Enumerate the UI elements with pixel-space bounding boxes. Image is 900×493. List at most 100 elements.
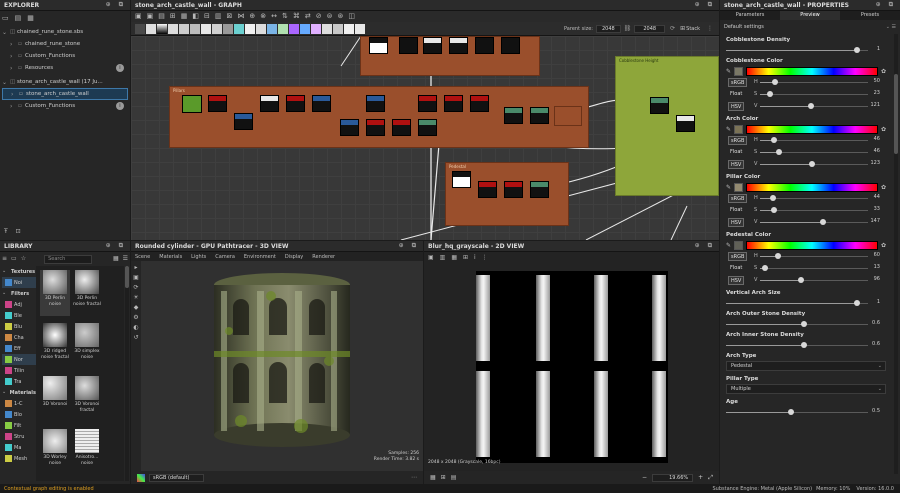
library-category[interactable]: Ble: [2, 310, 36, 321]
slider-value[interactable]: 96: [874, 276, 880, 282]
slider-value[interactable]: 33: [874, 206, 880, 212]
slider-value[interactable]: 44: [874, 194, 880, 200]
list-view-icon[interactable]: ☰: [123, 256, 128, 262]
node-icon[interactable]: ⌘: [293, 13, 300, 20]
library-category[interactable]: Adj: [2, 299, 36, 310]
slider-track[interactable]: [726, 321, 868, 327]
node-icon[interactable]: ⊗: [260, 13, 266, 20]
color-mode-float-button[interactable]: Float: [728, 206, 744, 215]
component-slider[interactable]: 123: [754, 159, 892, 169]
node-icon[interactable]: ⊕: [249, 13, 255, 20]
mesh-icon[interactable]: ◆: [134, 305, 139, 311]
graph-node[interactable]: [452, 171, 471, 188]
node-icon[interactable]: ⊞: [170, 13, 176, 20]
slider-knob[interactable]: [801, 342, 808, 348]
property-slider[interactable]: 0.6: [720, 340, 892, 350]
slider-knob[interactable]: [771, 207, 778, 213]
select-icon[interactable]: [135, 23, 145, 34]
menu-environment[interactable]: Environment: [244, 254, 276, 260]
text-node-icon[interactable]: [190, 23, 200, 34]
zoom-in-icon[interactable]: +: [698, 474, 703, 481]
component-slider[interactable]: 33: [754, 205, 892, 215]
menu-materials[interactable]: Materials: [159, 254, 182, 260]
info-icon[interactable]: ⅰ: [474, 254, 476, 261]
graph-node[interactable]: [366, 95, 385, 112]
graph-node[interactable]: [504, 107, 523, 124]
tree-item-folder[interactable]: › ▫ Custom_Functions i: [2, 100, 128, 112]
component-slider[interactable]: 13: [754, 263, 892, 273]
slider-track[interactable]: [760, 137, 868, 143]
graph-frame-green[interactable]: Cobblestone Height: [615, 56, 719, 196]
library-tile[interactable]: 3D ridged noise fractal: [40, 323, 70, 369]
copy-icon[interactable]: ▥: [440, 254, 446, 261]
eyedropper-icon[interactable]: ✎: [726, 242, 731, 249]
stack-icon[interactable]: ⊞: [680, 25, 685, 32]
slider-knob[interactable]: [775, 253, 782, 259]
normal-icon[interactable]: [234, 23, 244, 34]
graph-node[interactable]: [208, 95, 227, 112]
slider-track[interactable]: [760, 207, 868, 213]
color-mode-hsv-button[interactable]: HSV: [728, 276, 745, 285]
slider-track[interactable]: [760, 149, 868, 155]
slider-knob[interactable]: [798, 277, 805, 283]
slider-value[interactable]: 46: [874, 148, 880, 154]
graph-frame-pillars[interactable]: Pillars: [169, 86, 589, 148]
graph-node[interactable]: [286, 95, 305, 112]
color-mode-float-button[interactable]: Float: [728, 148, 744, 157]
slider-knob[interactable]: [772, 79, 779, 85]
graph-icon[interactable]: [344, 23, 354, 34]
graph-node[interactable]: [650, 97, 669, 114]
eyedropper-icon[interactable]: ✎: [726, 126, 731, 133]
graph-node[interactable]: [182, 95, 202, 113]
pin-node-icon[interactable]: [333, 23, 343, 34]
expand-icon[interactable]: ⌄: [2, 29, 10, 36]
hue-spectrum[interactable]: [746, 241, 878, 250]
graph-node[interactable]: [444, 95, 463, 112]
slider-value[interactable]: 1: [877, 46, 880, 52]
grid-view-icon[interactable]: ▦: [113, 256, 119, 262]
zoom-out-icon[interactable]: −: [642, 474, 647, 481]
output-icon[interactable]: [289, 23, 299, 34]
link-icon[interactable]: [355, 23, 365, 34]
graph-node[interactable]: [366, 119, 385, 136]
slider-knob[interactable]: [788, 409, 795, 415]
collapse-icon[interactable]: ›: [10, 65, 18, 72]
slider-value[interactable]: 0.6: [872, 341, 880, 347]
scrollbar-thumb[interactable]: [894, 74, 898, 154]
slider-track[interactable]: [726, 47, 868, 53]
node-icon[interactable]: ⊘: [316, 13, 322, 20]
node-icon[interactable]: ⇅: [282, 13, 288, 20]
slider-value[interactable]: 0.6: [872, 320, 880, 326]
tree-item-folder[interactable]: › ▫ Custom_Functions: [2, 50, 128, 62]
node-icon[interactable]: ▥: [215, 13, 222, 20]
levels-icon[interactable]: [212, 23, 222, 34]
stack-label[interactable]: Stack: [686, 26, 700, 32]
menu-camera[interactable]: Camera: [215, 254, 235, 260]
save-icon[interactable]: ▦: [27, 14, 34, 22]
link-icon[interactable]: ⛓: [624, 25, 632, 32]
node-icon[interactable]: ⋈: [237, 13, 244, 20]
grid-icon[interactable]: ⊞: [463, 254, 468, 261]
reset-icon[interactable]: ↺: [133, 335, 138, 341]
settings-icon[interactable]: ⋮: [482, 254, 488, 261]
pixel-processor-icon[interactable]: [278, 23, 288, 34]
tree-item-graph[interactable]: › ▫ chained_rune_stone: [2, 38, 128, 50]
component-slider[interactable]: 147: [754, 217, 892, 227]
color-swatch[interactable]: [734, 67, 744, 76]
environment-icon[interactable]: ◐: [133, 325, 138, 331]
color-swatch[interactable]: [734, 183, 744, 192]
slider-value[interactable]: 0.5: [872, 408, 880, 414]
slider-track[interactable]: [726, 409, 868, 415]
graph-node[interactable]: [234, 113, 253, 130]
slider-knob[interactable]: [853, 47, 860, 53]
expand-icon[interactable]: ⌄: [2, 79, 10, 86]
graph-node[interactable]: [470, 95, 489, 112]
color-mode-srgb-button[interactable]: sRGB: [728, 78, 748, 87]
colorspace-select[interactable]: sRGB (default): [149, 473, 205, 482]
node-icon[interactable]: ⇄: [305, 13, 311, 20]
slider-value[interactable]: 50: [874, 78, 880, 84]
slider-value[interactable]: 147: [870, 218, 880, 224]
graph-frame[interactable]: [360, 36, 540, 76]
graph-node[interactable]: [392, 119, 411, 136]
grid-icon[interactable]: ⊞: [441, 474, 446, 481]
